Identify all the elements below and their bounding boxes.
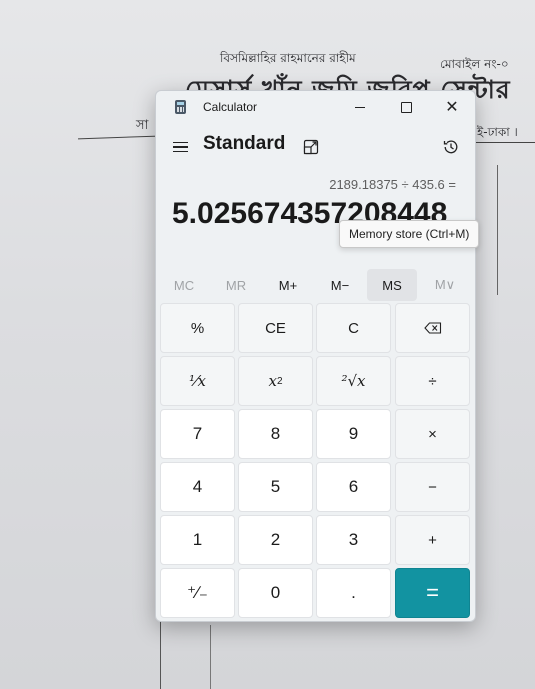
document-rule	[78, 135, 158, 140]
memory-add-button[interactable]: M+	[263, 269, 313, 301]
divide-button[interactable]: ÷	[395, 356, 470, 406]
memory-list-button[interactable]: M∨	[420, 269, 470, 301]
maximize-icon	[400, 101, 412, 113]
history-button[interactable]	[441, 137, 461, 157]
digit-6-button[interactable]: 6	[316, 462, 391, 512]
calculator-window: Calculator ✕ Standard 2189.18375 ÷ 435.6…	[155, 90, 480, 622]
equals-button[interactable]: =	[395, 568, 470, 618]
digit-9-button[interactable]: 9	[316, 409, 391, 459]
reciprocal-button[interactable]: ¹⁄x	[160, 356, 235, 406]
percent-button[interactable]: %	[160, 303, 235, 353]
document-column-line	[160, 620, 161, 689]
memory-subtract-button[interactable]: M−	[315, 269, 365, 301]
memory-store-tooltip: Memory store (Ctrl+M)	[339, 220, 480, 248]
digit-2-button[interactable]: 2	[238, 515, 313, 565]
digit-7-button[interactable]: 7	[160, 409, 235, 459]
digit-1-button[interactable]: 1	[160, 515, 235, 565]
hamburger-icon	[172, 150, 188, 153]
document-address-fragment: সা	[136, 118, 149, 133]
backspace-icon	[423, 322, 441, 334]
decimal-button[interactable]: .	[316, 568, 391, 618]
digit-0-button[interactable]: 0	[238, 568, 313, 618]
square-label: x	[268, 372, 277, 390]
calculator-app-icon	[175, 100, 186, 114]
clear-entry-button[interactable]: CE	[238, 303, 313, 353]
navigation-menu-button[interactable]	[170, 137, 190, 157]
memory-row: MC MR M+ M− MS M∨	[159, 269, 471, 301]
minimize-icon	[355, 106, 365, 108]
square-root-button[interactable]: ²√x	[316, 356, 391, 406]
keep-on-top-button[interactable]	[301, 137, 321, 157]
negate-button[interactable]: ⁺∕₋	[160, 568, 235, 618]
memory-recall-button[interactable]: MR	[211, 269, 261, 301]
multiply-button[interactable]: ×	[395, 409, 470, 459]
document-city-fragment: ই-ঢাকা ।	[477, 125, 518, 139]
history-icon	[443, 140, 458, 154]
close-button[interactable]: ✕	[429, 91, 475, 123]
memory-store-button[interactable]: MS	[367, 269, 417, 301]
memory-clear-button[interactable]: MC	[159, 269, 209, 301]
digit-8-button[interactable]: 8	[238, 409, 313, 459]
title-bar[interactable]: Calculator ✕	[156, 91, 475, 123]
expression-display: 2189.18375 ÷ 435.6 =	[329, 177, 456, 192]
clear-button[interactable]: C	[316, 303, 391, 353]
keep-on-top-icon	[303, 139, 319, 155]
add-button[interactable]: +	[395, 515, 470, 565]
window-title: Calculator	[203, 100, 258, 114]
mode-title: Standard	[203, 133, 286, 154]
calculator-header: Standard	[156, 127, 475, 167]
square-exponent: 2	[276, 375, 283, 387]
document-header-line: বিসমিল্লাহির রাহমানের রাহীম	[220, 51, 356, 65]
document-column-line	[497, 165, 498, 295]
digit-4-button[interactable]: 4	[160, 462, 235, 512]
document-column-line	[210, 625, 211, 689]
minimize-button[interactable]	[337, 91, 383, 123]
hamburger-icon	[172, 146, 188, 148]
document-rule	[475, 142, 535, 143]
hamburger-icon	[172, 141, 188, 144]
close-icon: ✕	[445, 97, 459, 116]
square-button[interactable]: x2	[238, 356, 313, 406]
digit-5-button[interactable]: 5	[238, 462, 313, 512]
subtract-button[interactable]: −	[395, 462, 470, 512]
maximize-button[interactable]	[383, 91, 429, 123]
digit-3-button[interactable]: 3	[316, 515, 391, 565]
backspace-button[interactable]	[395, 303, 470, 353]
